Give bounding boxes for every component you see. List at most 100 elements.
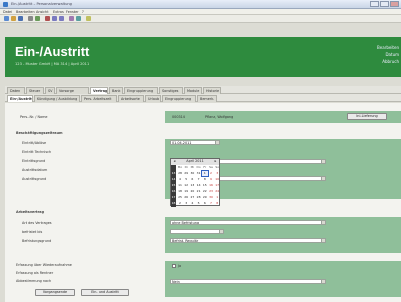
tab-bank[interactable]: Bank	[109, 87, 123, 94]
limit-reason-select[interactable]: Befrist. Regulär	[170, 238, 326, 243]
chevron-down-icon[interactable]	[321, 221, 325, 224]
search-icon[interactable]	[69, 16, 74, 21]
filter-icon[interactable]	[76, 16, 81, 21]
calendar-weekday: Di	[184, 165, 188, 169]
redo-icon[interactable]	[59, 16, 64, 21]
tab-bemerkungen[interactable]: Bemerk.	[197, 95, 217, 102]
calendar-day[interactable]: 10	[214, 177, 220, 182]
header-action-edit[interactable]: Bearbeiten	[377, 45, 399, 50]
calendar-day[interactable]: 31	[196, 171, 202, 176]
help-icon[interactable]	[86, 16, 91, 21]
calendar-day[interactable]: 3	[214, 171, 220, 176]
calendar-day[interactable]: 27	[189, 195, 195, 200]
calendar-day[interactable]: 5	[196, 201, 202, 206]
open-icon[interactable]	[11, 16, 16, 21]
calendar-day[interactable]: 21	[196, 189, 202, 194]
calendar-day[interactable]: 13	[189, 183, 195, 188]
undo-icon[interactable]	[52, 16, 57, 21]
header-action-cancel[interactable]: Abbruch	[382, 59, 399, 64]
calendar-day[interactable]: 1	[200, 170, 209, 177]
chevron-down-icon[interactable]	[321, 239, 325, 242]
calendar-day[interactable]: 22	[202, 189, 208, 194]
calendar-day[interactable]: 4	[189, 201, 195, 206]
calendar-day[interactable]: 1	[214, 195, 220, 200]
calendar-day[interactable]: 9	[208, 177, 214, 182]
calendar-day[interactable]: 25	[177, 195, 183, 200]
header-action-date[interactable]: Datum	[385, 52, 399, 57]
entry-date-input[interactable]: 01.04.2011	[170, 140, 220, 145]
contract-type-select[interactable]: ohne Befristung	[170, 220, 326, 225]
tab-vertrag[interactable]: Vertrag	[90, 87, 108, 94]
maximize-button[interactable]	[380, 1, 389, 7]
calendar-day[interactable]: 7	[208, 201, 214, 206]
calendar-day[interactable]: 14	[196, 183, 202, 188]
date-picker-popup[interactable]: April 2011 ◂ ▸ Mo Di Mi Do Fr Sa So 13 14 15 16 17 1…	[170, 158, 220, 207]
calendar-day[interactable]: 20	[189, 189, 195, 194]
tab-steuer[interactable]: Steuer	[26, 87, 44, 94]
limited-until-input[interactable]	[170, 229, 224, 234]
chevron-down-icon[interactable]	[321, 160, 325, 163]
calendar-day[interactable]: 29	[183, 171, 189, 176]
chevron-down-icon[interactable]	[321, 177, 325, 180]
menu-file[interactable]: Datei	[3, 10, 12, 14]
calendar-day[interactable]: 6	[202, 201, 208, 206]
tab-arbeitszeit[interactable]: Pers. Arbeitszeit	[81, 95, 117, 102]
calendar-day[interactable]: 8	[214, 201, 220, 206]
calendar-dropdown-icon[interactable]	[215, 141, 219, 144]
calendar-day[interactable]: 2	[208, 171, 214, 176]
calendar-day[interactable]: 18	[177, 189, 183, 194]
calendar-day[interactable]: 4	[177, 177, 183, 182]
print-icon[interactable]	[28, 16, 33, 21]
tab-historie[interactable]: Historie	[203, 87, 221, 94]
tab-module[interactable]: Module	[184, 87, 202, 94]
calendar-day[interactable]: 30	[189, 171, 195, 176]
calendar-day[interactable]: 16	[208, 183, 214, 188]
calendar-day[interactable]: 5	[183, 177, 189, 182]
calendar-day[interactable]: 3	[183, 201, 189, 206]
calendar-day[interactable]: 8	[202, 177, 208, 182]
tab-ein-austritt[interactable]: Ein-/Austritt	[7, 95, 33, 102]
menu-extras[interactable]: Extras	[53, 10, 64, 14]
calendar-day[interactable]: 12	[183, 183, 189, 188]
calendar-day[interactable]: 19	[183, 189, 189, 194]
tab-arbeitsorte[interactable]: Arbeitsorte	[118, 95, 144, 102]
calendar-day[interactable]: 24	[214, 189, 220, 194]
menu-edit[interactable]: Bearbeiten	[16, 10, 35, 14]
tab-sv[interactable]: SV	[45, 87, 55, 94]
calendar-day[interactable]: 15	[202, 183, 208, 188]
calendar-day[interactable]: 6	[189, 177, 195, 182]
tab-vorsorge[interactable]: Vorsorge	[56, 87, 89, 94]
calendar-day[interactable]: 2	[177, 201, 183, 206]
tab-kuendigung[interactable]: Kündigung / Ausbildung	[34, 95, 80, 102]
tab-eingruppierung-2[interactable]: Eingruppierung	[162, 95, 196, 102]
calendar-day[interactable]: 17	[214, 183, 220, 188]
end-process-button[interactable]: Vorgangsende	[35, 289, 75, 296]
calendar-day[interactable]: 23	[208, 189, 214, 194]
calendar-day[interactable]: 26	[183, 195, 189, 200]
entry-exit-button[interactable]: Ein- und Austritt	[81, 289, 129, 296]
delete-icon[interactable]	[45, 16, 50, 21]
calendar-day[interactable]: 7	[196, 177, 202, 182]
preview-icon[interactable]	[35, 16, 40, 21]
menu-help[interactable]: ?	[82, 10, 84, 14]
determination-select[interactable]: Nein	[170, 279, 326, 284]
calendar-day[interactable]: 28	[196, 195, 202, 200]
menu-view[interactable]: Ansicht	[36, 10, 49, 14]
minimize-button[interactable]	[370, 1, 379, 7]
tab-daten[interactable]: Daten	[7, 87, 25, 94]
tab-eingruppierung[interactable]: Eingruppierung	[124, 87, 158, 94]
calendar-day[interactable]: 11	[177, 183, 183, 188]
calendar-day[interactable]: 29	[202, 195, 208, 200]
ini-delivery-button[interactable]: Ini-Lieferung	[347, 113, 387, 120]
chevron-down-icon[interactable]	[321, 280, 325, 283]
calendar-day[interactable]: 30	[208, 195, 214, 200]
close-button[interactable]	[390, 1, 399, 7]
new-icon[interactable]	[4, 16, 9, 21]
reentry-checkbox[interactable]	[172, 264, 176, 268]
menu-window[interactable]: Fenster	[66, 10, 79, 14]
tab-sonstiges[interactable]: Sonstiges	[159, 87, 183, 94]
calendar-icon[interactable]	[219, 230, 223, 233]
save-icon[interactable]	[18, 16, 23, 21]
tab-urlaub[interactable]: Urlaub	[145, 95, 161, 102]
calendar-day[interactable]: 28	[177, 171, 183, 176]
